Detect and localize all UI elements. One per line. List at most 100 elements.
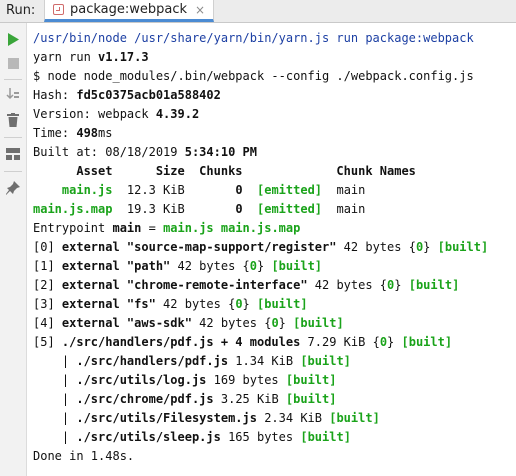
asset-name: main.js.map xyxy=(33,202,113,216)
module-chunk: 0 xyxy=(271,316,279,330)
chunk-name: main xyxy=(322,202,366,216)
time-unit: ms xyxy=(98,126,113,140)
label: Version: webpack xyxy=(33,107,156,121)
module-name: external "path" xyxy=(61,259,171,273)
clear-button[interactable] xyxy=(4,111,22,129)
module-name: ./src/utils/Filesystem.js xyxy=(76,411,257,425)
rerun-button[interactable] xyxy=(4,30,22,48)
module-id: [2] xyxy=(33,278,62,292)
close-icon[interactable]: × xyxy=(195,3,205,17)
tree-prefix: | xyxy=(33,354,77,368)
run-label: Run: xyxy=(6,3,36,18)
module-row: [0] external "source-map-support/registe… xyxy=(33,238,516,257)
layout-icon xyxy=(6,148,20,160)
module-size: 42 bytes { xyxy=(155,297,236,311)
module-size: 2.34 KiB xyxy=(256,411,330,425)
console-output[interactable]: /usr/bin/node /usr/share/yarn/bin/yarn.j… xyxy=(33,29,516,466)
asset-chunk: 0 xyxy=(235,202,243,216)
brace: } xyxy=(257,259,272,273)
module-size: 169 bytes xyxy=(206,373,286,387)
module-size: 42 bytes { xyxy=(191,316,272,330)
built-tag: [built] xyxy=(300,354,351,368)
module-size: 1.34 KiB xyxy=(228,354,301,368)
tree-prefix: | xyxy=(33,430,77,444)
module-row: [5] ./src/handlers/pdf.js + 4 modules 7.… xyxy=(33,333,516,352)
run-toolbar xyxy=(0,23,27,476)
asset-name: main.js xyxy=(61,183,113,197)
module-size: 165 bytes xyxy=(220,430,301,444)
module-size: 42 bytes { xyxy=(170,259,250,273)
console-line-webpack-command: $ node node_modules/.bin/webpack --confi… xyxy=(33,69,474,83)
asset-row: main.js 12.3 KiB 0 [emitted] main xyxy=(33,181,516,200)
label: Built at: 08/18/2019 xyxy=(33,145,185,159)
module-chunk: 0 xyxy=(235,297,243,311)
asset-size: 12.3 KiB xyxy=(112,183,236,197)
module-name: external "aws-sdk" xyxy=(61,316,192,330)
module-name: external "chrome-remote-interface" xyxy=(61,278,308,292)
hash-value: fd5c0375acb01a588402 xyxy=(76,88,221,102)
label: Hash: xyxy=(33,88,77,102)
module-name: external "fs" xyxy=(61,297,156,311)
stop-button[interactable] xyxy=(4,54,22,72)
module-size: 42 bytes { xyxy=(307,278,388,292)
brace: } xyxy=(423,240,438,254)
webpack-version: 4.39.2 xyxy=(155,107,200,121)
layout-button[interactable] xyxy=(4,145,22,163)
built-tag: [built] xyxy=(285,373,337,387)
asset-row: main.js.map 19.3 KiB 0 [emitted] main xyxy=(33,200,516,219)
tree-prefix: | xyxy=(33,411,77,425)
built-tag: [built] xyxy=(257,297,308,311)
module-id: [0] xyxy=(33,240,62,254)
built-tag: [built] xyxy=(408,278,460,292)
tree-prefix: | xyxy=(33,392,77,406)
module-name: external "source-map-support/register" xyxy=(61,240,337,254)
label: Time: xyxy=(33,126,77,140)
submodule-row: | ./src/handlers/pdf.js 1.34 KiB [built] xyxy=(33,352,516,371)
trash-icon xyxy=(7,113,19,127)
entry-file: main.js.map xyxy=(213,221,301,235)
equals: = xyxy=(141,221,164,235)
emitted-tag: [emitted] xyxy=(257,183,323,197)
yarn-version: v1.17.3 xyxy=(98,50,149,64)
toolbar-divider xyxy=(4,79,22,80)
run-tab-bar: Run: package:webpack × xyxy=(0,0,516,23)
submodule-row: | ./src/chrome/pdf.js 3.25 KiB [built] xyxy=(33,390,516,409)
brace: } xyxy=(394,278,409,292)
module-size: 7.29 KiB { xyxy=(300,335,380,349)
stop-icon xyxy=(7,57,19,69)
rerun-icon xyxy=(8,32,19,46)
module-row: [3] external "fs" 42 bytes {0} [built] xyxy=(33,295,516,314)
module-row: [1] external "path" 42 bytes {0} [built] xyxy=(33,257,516,276)
entry-name: main xyxy=(112,221,142,235)
submodule-row: | ./src/utils/Filesystem.js 2.34 KiB [bu… xyxy=(33,409,516,428)
tab-package-webpack[interactable]: package:webpack × xyxy=(44,0,215,22)
console-line-entrypoint: Entrypoint main = main.js main.js.map xyxy=(33,219,516,238)
module-id: [4] xyxy=(33,316,62,330)
text: yarn run xyxy=(33,50,99,64)
module-name: ./src/utils/sleep.js xyxy=(76,430,221,444)
module-name: ./src/chrome/pdf.js xyxy=(76,392,214,406)
module-id: [3] xyxy=(33,297,62,311)
pin-button[interactable] xyxy=(4,179,22,197)
asset-chunk: 0 xyxy=(235,183,243,197)
module-id: [5] xyxy=(33,335,62,349)
brace: } xyxy=(278,316,294,330)
toolbar-divider xyxy=(4,171,22,172)
built-tag: [built] xyxy=(300,430,351,444)
module-id: [1] xyxy=(33,259,62,273)
module-chunk: 0 xyxy=(249,259,257,273)
module-row: [2] external "chrome-remote-interface" 4… xyxy=(33,276,516,295)
console-line-hash: Hash: fd5c0375acb01a588402 xyxy=(33,86,516,105)
built-tag: [built] xyxy=(285,392,337,406)
console-line-built-at: Built at: 08/18/2019 5:34:10 PM xyxy=(33,143,516,162)
built-tag: [built] xyxy=(329,411,380,425)
label: Entrypoint xyxy=(33,221,113,235)
run-config-icon xyxy=(53,4,64,15)
emitted-tag: [emitted] xyxy=(257,202,323,216)
console-line-time: Time: 498ms xyxy=(33,124,516,143)
console-line-version: Version: webpack 4.39.2 xyxy=(33,105,516,124)
sort-button[interactable] xyxy=(4,85,22,103)
